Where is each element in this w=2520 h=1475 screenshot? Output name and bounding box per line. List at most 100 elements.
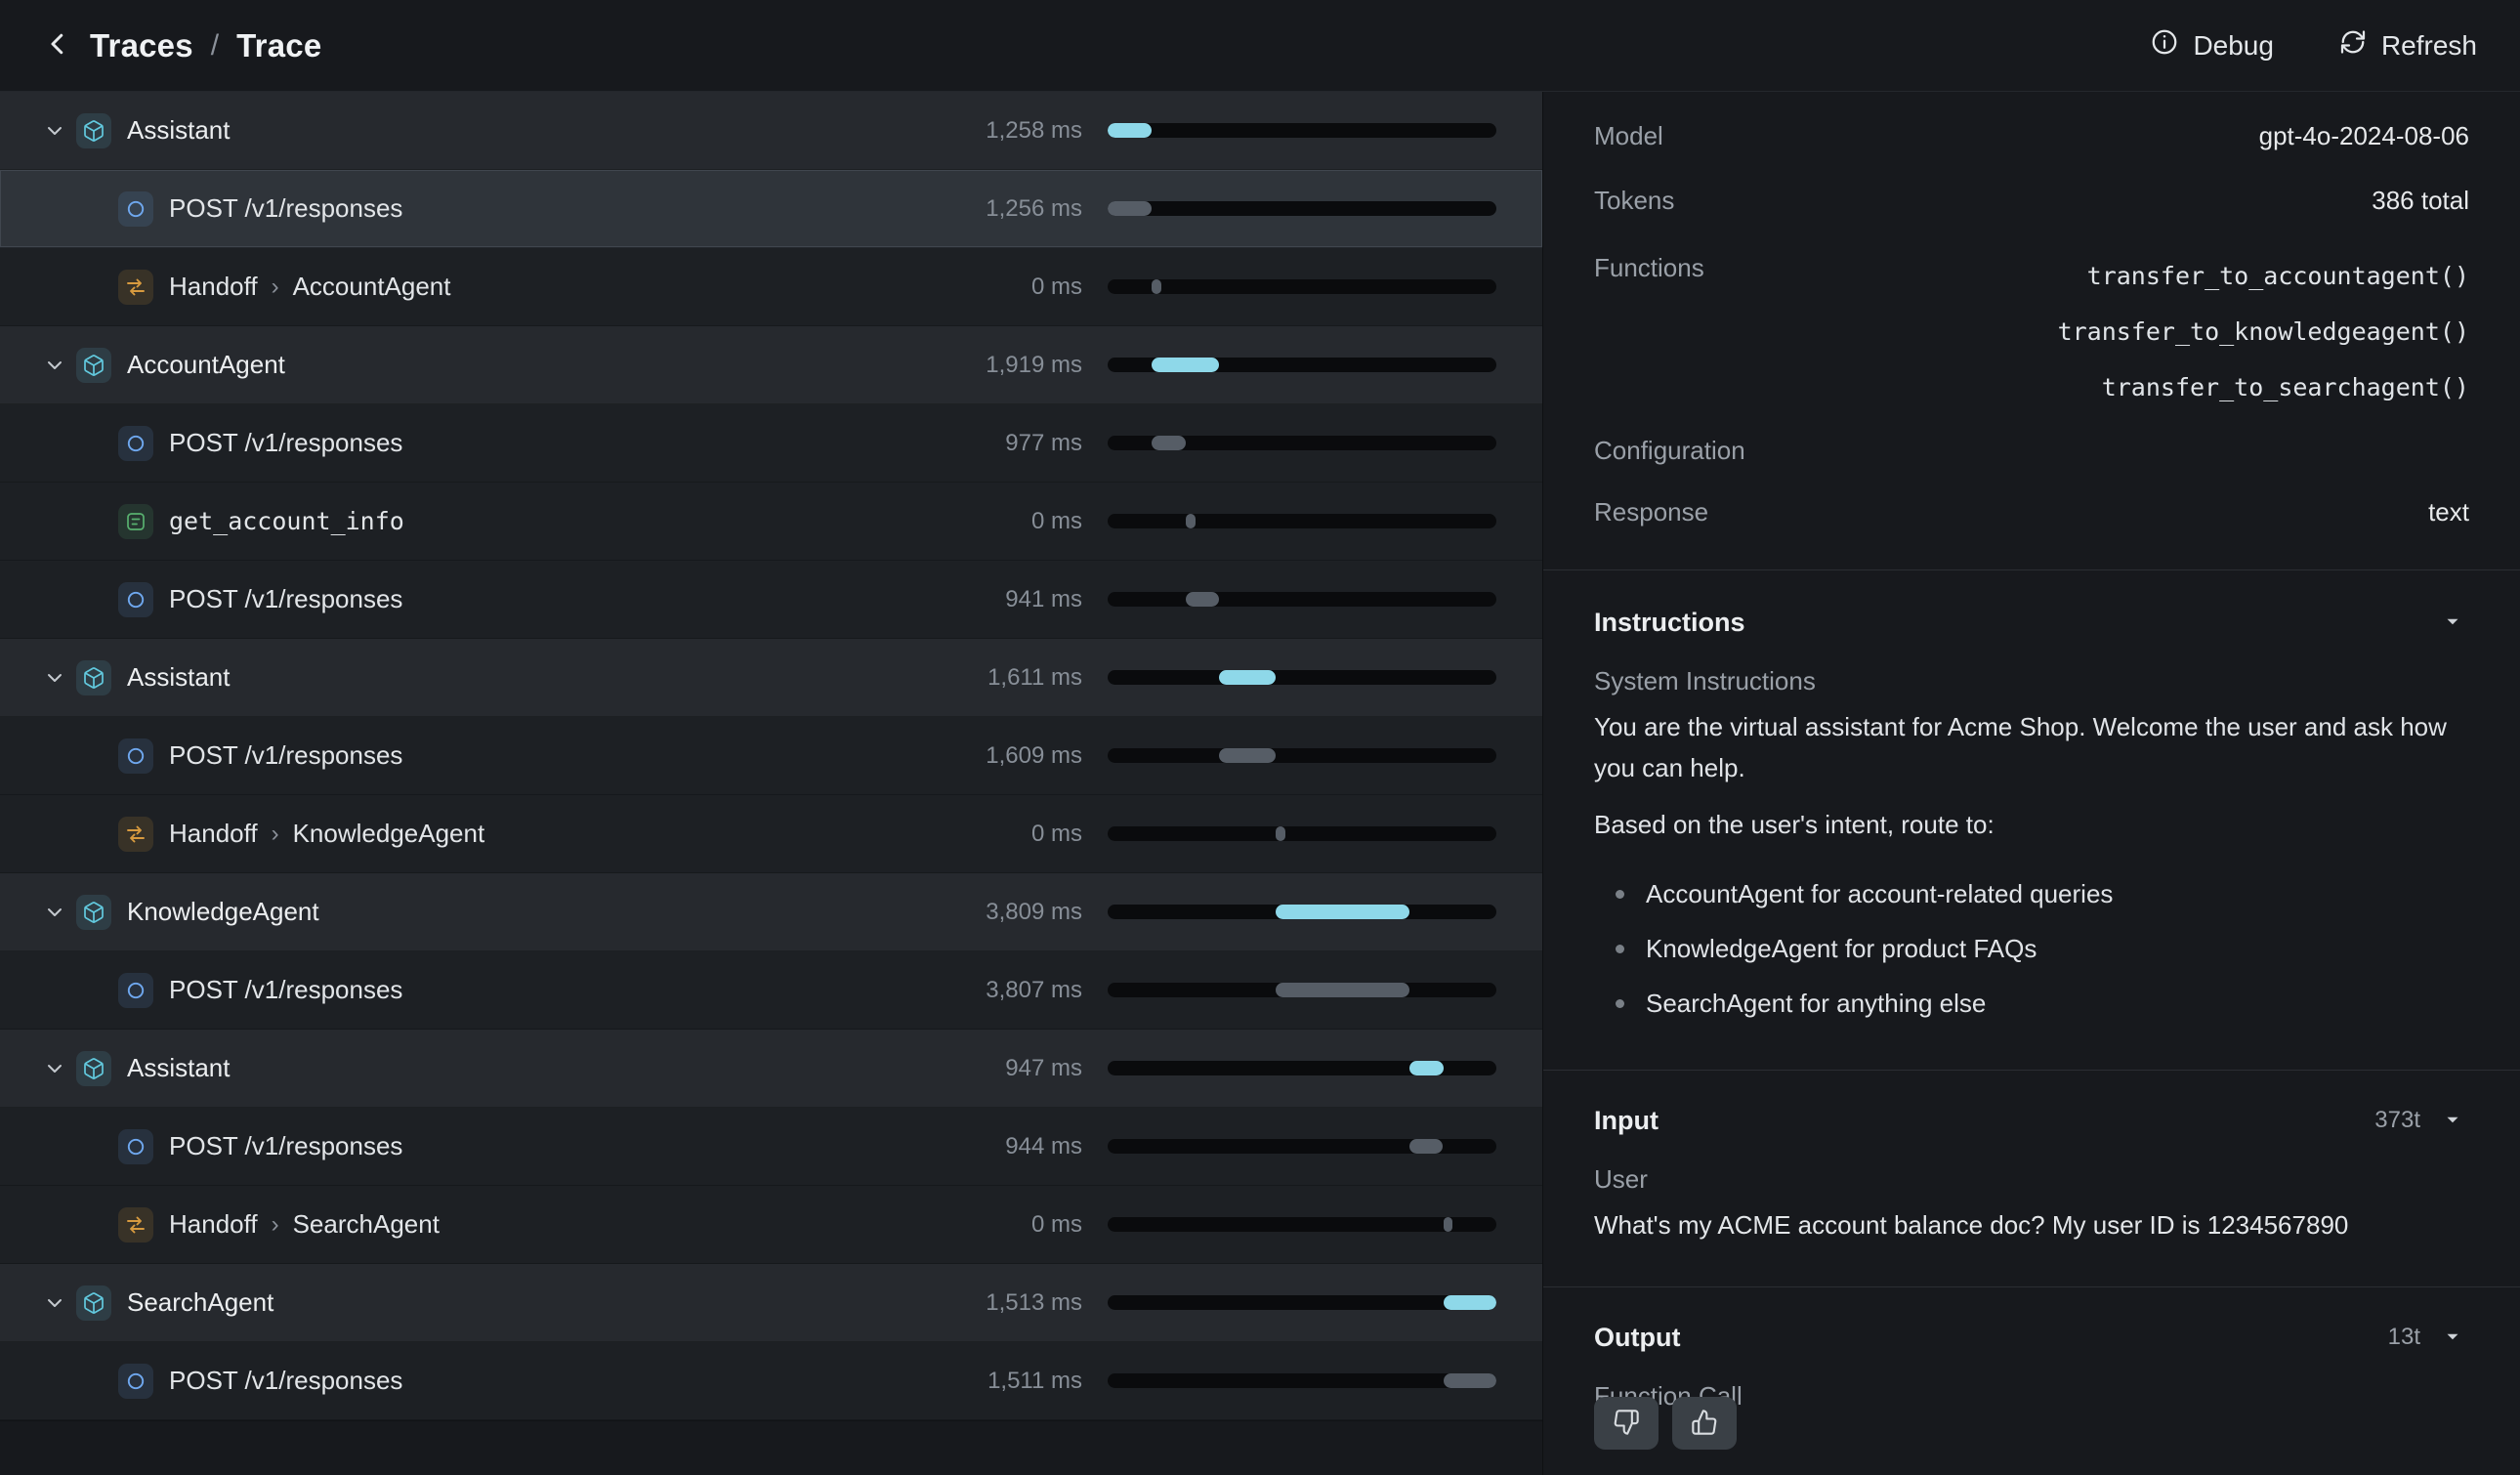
- timeline-track: [1108, 201, 1496, 216]
- configuration-label: Configuration: [1594, 436, 1745, 466]
- handoff-icon: [118, 270, 153, 305]
- trace-panel: Assistant 1,258 ms POST /v1/responses 1,…: [0, 92, 1543, 1475]
- timeline-segment: [1444, 1373, 1496, 1388]
- timeline-segment: [1219, 670, 1276, 685]
- input-title: Input: [1594, 1106, 1659, 1136]
- trace-row[interactable]: POST /v1/responses 3,807 ms: [0, 951, 1542, 1030]
- instructions-title: Instructions: [1594, 608, 1745, 638]
- http-icon: [118, 191, 153, 227]
- trace-row[interactable]: POST /v1/responses 944 ms: [0, 1108, 1542, 1186]
- refresh-button[interactable]: Refresh: [2338, 27, 2477, 63]
- trace-row[interactable]: Assistant 1,258 ms: [0, 92, 1542, 170]
- function-icon: [118, 504, 153, 539]
- trace-row[interactable]: POST /v1/responses 1,256 ms: [0, 170, 1542, 248]
- agent-icon: [76, 348, 111, 383]
- trace-viewer-app: Traces / Trace Debug Refresh: [0, 0, 2520, 1475]
- timeline-track: [1108, 826, 1496, 841]
- chevron-down-icon[interactable]: [39, 115, 70, 147]
- thumbs-up-button[interactable]: [1672, 1397, 1737, 1450]
- tokens-row: Tokens 386 total: [1594, 168, 2469, 232]
- span-duration: 1,611 ms: [867, 664, 1082, 692]
- timeline-segment: [1276, 983, 1409, 997]
- timeline-track: [1108, 1295, 1496, 1310]
- span-label: Assistant: [127, 1053, 231, 1083]
- trace-row[interactable]: Handoff › SearchAgent 0 ms: [0, 1186, 1542, 1264]
- thumbs-up-icon: [1691, 1409, 1718, 1439]
- handoff-separator-icon: ›: [272, 821, 279, 848]
- user-message: What's my ACME account balance doc? My u…: [1594, 1204, 2469, 1245]
- trace-row[interactable]: KnowledgeAgent 3,809 ms: [0, 873, 1542, 951]
- breadcrumb-separator: /: [211, 29, 219, 63]
- span-duration: 3,807 ms: [867, 977, 1082, 1004]
- trace-row[interactable]: POST /v1/responses 1,609 ms: [0, 717, 1542, 795]
- trace-row[interactable]: AccountAgent 1,919 ms: [0, 326, 1542, 404]
- feedback-bar: [1594, 1397, 1737, 1450]
- trace-row[interactable]: POST /v1/responses 1,511 ms: [0, 1342, 1542, 1420]
- output-collapse-button[interactable]: [2436, 1321, 2469, 1354]
- debug-button[interactable]: Debug: [2150, 27, 2274, 63]
- handoff-separator-icon: ›: [272, 1211, 279, 1239]
- timeline-track: [1108, 905, 1496, 919]
- chevron-down-icon[interactable]: [39, 662, 70, 694]
- functions-row: Functions transfer_to_accountagent() tra…: [1594, 232, 2469, 415]
- timeline-segment: [1186, 592, 1219, 607]
- trace-row[interactable]: POST /v1/responses 977 ms: [0, 404, 1542, 483]
- timeline-track: [1108, 1061, 1496, 1075]
- tokens-label: Tokens: [1594, 186, 1674, 216]
- trace-row[interactable]: SearchAgent 1,513 ms: [0, 1264, 1542, 1342]
- chevron-down-icon[interactable]: [39, 1053, 70, 1084]
- span-label: Handoff: [169, 819, 258, 849]
- span-duration: 1,513 ms: [867, 1289, 1082, 1317]
- output-title: Output: [1594, 1323, 1680, 1353]
- function-signature: transfer_to_searchagent(): [2058, 359, 2469, 415]
- thumbs-down-button[interactable]: [1594, 1397, 1659, 1450]
- timeline-segment: [1152, 358, 1219, 372]
- back-chevron-icon: [43, 29, 72, 62]
- trace-row[interactable]: Assistant 1,611 ms: [0, 639, 1542, 717]
- input-token-count: 373t: [2374, 1107, 2420, 1134]
- configuration-row: Configuration: [1594, 415, 2469, 480]
- topbar-actions: Debug Refresh: [2150, 27, 2477, 63]
- span-label: POST /v1/responses: [169, 193, 402, 224]
- http-icon: [118, 973, 153, 1008]
- breadcrumb-traces[interactable]: Traces: [90, 27, 193, 64]
- timeline-track: [1108, 670, 1496, 685]
- main-split: Assistant 1,258 ms POST /v1/responses 1,…: [0, 92, 2520, 1475]
- span-duration: 0 ms: [867, 508, 1082, 535]
- trace-row[interactable]: Assistant 947 ms: [0, 1030, 1542, 1108]
- trace-row[interactable]: get_account_info 0 ms: [0, 483, 1542, 561]
- trace-row[interactable]: Handoff › AccountAgent 0 ms: [0, 248, 1542, 326]
- instructions-bullet: AccountAgent for account-related queries: [1594, 866, 2469, 921]
- function-signature: transfer_to_knowledgeagent(): [2058, 304, 2469, 359]
- trace-row[interactable]: Handoff › KnowledgeAgent 0 ms: [0, 795, 1542, 873]
- trace-row[interactable]: POST /v1/responses 941 ms: [0, 561, 1542, 639]
- span-duration: 1,258 ms: [867, 117, 1082, 145]
- bullet-dot-icon: [1616, 890, 1624, 899]
- span-label: get_account_info: [169, 507, 404, 535]
- refresh-label: Refresh: [2381, 30, 2477, 62]
- span-duration: 0 ms: [867, 274, 1082, 301]
- agent-icon: [76, 1051, 111, 1086]
- functions-label: Functions: [1594, 248, 1704, 287]
- chevron-down-icon: [2442, 1109, 2463, 1133]
- timeline-segment: [1108, 201, 1152, 216]
- instructions-collapse-button[interactable]: [2436, 606, 2469, 639]
- span-metadata-section: Model gpt-4o-2024-08-06 Tokens 386 total…: [1543, 92, 2520, 569]
- bullet-text: KnowledgeAgent for product FAQs: [1646, 921, 2037, 976]
- span-label: POST /v1/responses: [169, 1366, 402, 1396]
- handoff-icon: [118, 817, 153, 852]
- timeline-segment: [1108, 123, 1152, 138]
- input-collapse-button[interactable]: [2436, 1104, 2469, 1137]
- instructions-bullet: SearchAgent for anything else: [1594, 976, 2469, 1031]
- output-header: Output 13t: [1594, 1321, 2469, 1354]
- chevron-down-icon[interactable]: [39, 1287, 70, 1319]
- agent-icon: [76, 113, 111, 148]
- http-icon: [118, 582, 153, 617]
- timeline-track: [1108, 1373, 1496, 1388]
- chevron-down-icon[interactable]: [39, 350, 70, 381]
- span-label: POST /v1/responses: [169, 1131, 402, 1161]
- chevron-down-icon[interactable]: [39, 897, 70, 928]
- handoff-target: SearchAgent: [293, 1209, 440, 1240]
- agent-icon: [76, 660, 111, 695]
- back-button[interactable]: [43, 24, 86, 67]
